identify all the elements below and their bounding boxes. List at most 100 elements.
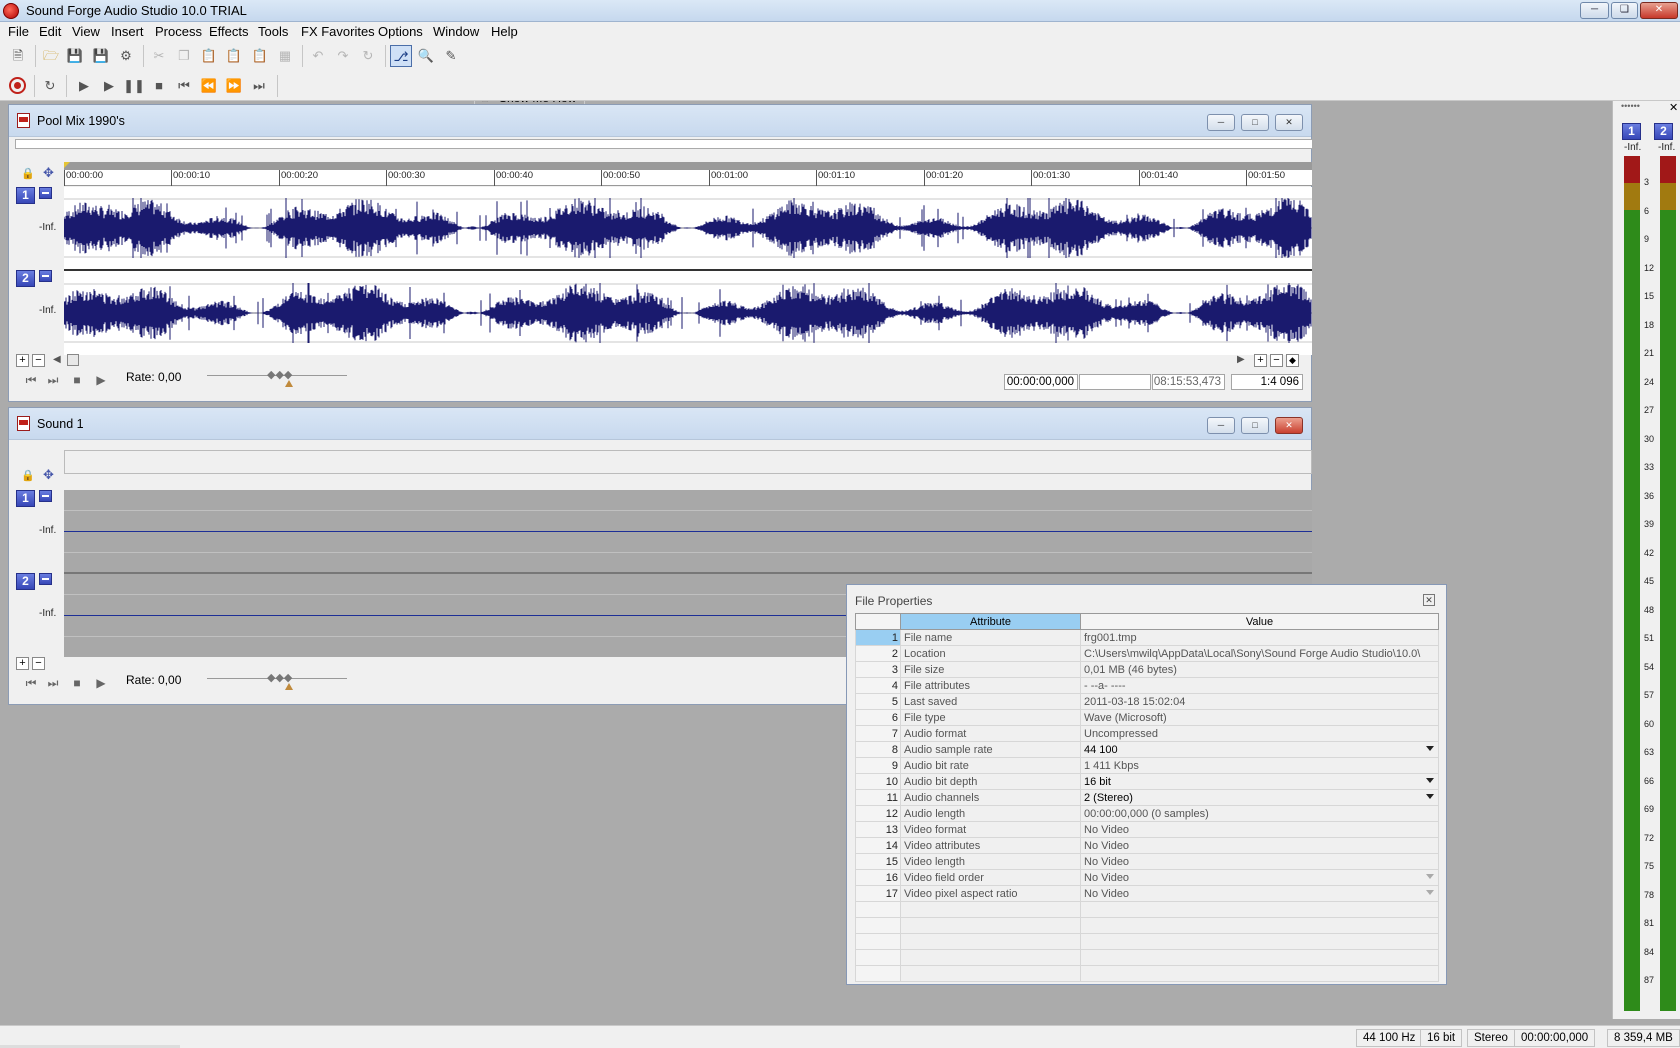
play-all-icon[interactable]: ▶ xyxy=(73,75,95,97)
channel-2-button[interactable]: 2 xyxy=(16,270,35,287)
value-cell[interactable]: No Video xyxy=(1080,853,1439,870)
lock-icon[interactable]: 🔒 xyxy=(21,167,35,180)
zoom-out-vertical-button[interactable]: − xyxy=(32,657,45,670)
play-icon[interactable]: ▶ xyxy=(93,676,109,690)
window-maximize-button[interactable]: □ xyxy=(1241,114,1269,131)
record-icon[interactable] xyxy=(9,77,26,94)
property-row[interactable]: 9 Audio bit rate 1 411 Kbps xyxy=(855,757,1439,774)
channel-2-button[interactable]: 2 xyxy=(16,573,35,590)
menu-process[interactable]: Process xyxy=(149,24,208,39)
rewind-icon[interactable]: ⏪ xyxy=(198,75,220,97)
copy-icon[interactable]: ❐ xyxy=(173,45,195,67)
property-row[interactable]: 8 Audio sample rate 44 100 xyxy=(855,741,1439,758)
menu-help[interactable]: Help xyxy=(485,24,524,39)
waveform-channel-2[interactable] xyxy=(64,271,1312,355)
snap-icon[interactable]: ✥ xyxy=(43,165,54,181)
value-cell[interactable]: 2011-03-18 15:02:04 xyxy=(1080,693,1439,710)
scroll-right-icon[interactable]: ▶ xyxy=(1237,354,1245,365)
go-to-end-icon[interactable]: ⏭ xyxy=(248,75,270,97)
menu-file[interactable]: File xyxy=(2,24,35,39)
value-cell[interactable]: frg001.tmp xyxy=(1080,629,1439,646)
open-icon[interactable]: 🗁 xyxy=(40,45,62,67)
property-row[interactable]: 15 Video length No Video xyxy=(855,853,1439,870)
dropdown-arrow-icon[interactable] xyxy=(1426,890,1434,895)
meter-grip[interactable]: •••••• xyxy=(1621,101,1640,111)
property-row[interactable]: 13 Video format No Video xyxy=(855,821,1439,838)
channel-2-minimize-icon[interactable] xyxy=(39,270,52,282)
status-bit-depth[interactable]: 16 bit xyxy=(1420,1029,1463,1047)
menu-view[interactable]: View xyxy=(66,24,106,39)
meter-close-icon[interactable]: ✕ xyxy=(1669,101,1678,114)
time-ruler-marker-bar[interactable] xyxy=(64,162,1312,170)
property-row[interactable]: 4 File attributes - --a- ---- xyxy=(855,677,1439,694)
forward-icon[interactable]: ⏩ xyxy=(223,75,245,97)
mix-icon[interactable]: 📋 xyxy=(249,45,271,67)
dropdown-arrow-icon[interactable] xyxy=(1426,874,1434,879)
play-icon[interactable]: ▶ xyxy=(93,373,109,387)
save-icon[interactable]: 💾 xyxy=(64,45,86,67)
stop-icon[interactable]: ■ xyxy=(69,676,85,690)
menu-tools[interactable]: Tools xyxy=(252,24,294,39)
window-title-bar[interactable]: Sound 1 ─ □ ✕ xyxy=(9,408,1311,440)
property-row[interactable]: 1 File name frg001.tmp xyxy=(855,629,1439,646)
window-maximize-button[interactable]: □ xyxy=(1241,417,1269,434)
loop-icon[interactable]: ↻ xyxy=(39,75,61,97)
zoom-normal-button[interactable]: ◆ xyxy=(1286,354,1299,367)
property-row[interactable]: 2 Location C:\Users\mwilq\AppData\Local\So… xyxy=(855,645,1439,662)
property-row[interactable]: 17 Video pixel aspect ratio No Video xyxy=(855,885,1439,902)
play-icon[interactable]: ▶ xyxy=(98,75,120,97)
value-cell[interactable]: 00:00:00,000 (0 samples) xyxy=(1080,805,1439,822)
channel-1-minimize-icon[interactable] xyxy=(39,490,52,502)
paste-special-icon[interactable]: 📋 xyxy=(223,45,245,67)
trim-icon[interactable]: ▦ xyxy=(274,45,296,67)
value-cell[interactable]: No Video xyxy=(1080,885,1439,902)
repeat-icon[interactable]: ↻ xyxy=(357,45,379,67)
zoom-out-horizontal-button[interactable]: − xyxy=(1270,354,1283,367)
go-to-end-icon[interactable]: ⏭ xyxy=(45,373,61,387)
channel-2-minimize-icon[interactable] xyxy=(39,573,52,585)
property-row[interactable]: 16 Video field order No Video xyxy=(855,869,1439,886)
empty-channel-1[interactable] xyxy=(64,490,1312,574)
new-icon[interactable]: 🗎 xyxy=(7,45,29,67)
window-minimize-button[interactable]: ─ xyxy=(1207,417,1235,434)
value-cell[interactable]: Uncompressed xyxy=(1080,725,1439,742)
value-cell[interactable]: C:\Users\mwilq\AppData\Local\Sony\Sound … xyxy=(1080,645,1439,662)
menu-window[interactable]: Window xyxy=(427,24,485,39)
close-button[interactable]: ✕ xyxy=(1640,2,1678,19)
menu-options[interactable]: Options xyxy=(372,24,429,39)
horizontal-scroll-thumb[interactable] xyxy=(67,354,79,366)
minimize-button[interactable]: ─ xyxy=(1580,2,1609,19)
render-icon[interactable]: ⚙ xyxy=(115,45,137,67)
menu-effects[interactable]: Effects xyxy=(203,24,255,39)
zoom-in-vertical-button[interactable]: + xyxy=(16,657,29,670)
waveform-channel-1[interactable] xyxy=(64,187,1312,271)
value-cell[interactable]: - --a- ---- xyxy=(1080,677,1439,694)
zoom-in-horizontal-button[interactable]: + xyxy=(1254,354,1267,367)
go-to-start-icon[interactable]: ⏮ xyxy=(23,676,39,690)
pencil-tool-icon[interactable]: ✎ xyxy=(440,45,462,67)
edit-tool-icon[interactable]: ⎇ xyxy=(390,45,412,67)
window-close-button[interactable]: ✕ xyxy=(1275,114,1303,131)
status-sample-rate[interactable]: 44 100 Hz xyxy=(1356,1029,1423,1047)
meter-channel-1-button[interactable]: 1 xyxy=(1622,123,1641,140)
property-row[interactable]: 12 Audio length 00:00:00,000 (0 samples) xyxy=(855,805,1439,822)
stop-icon[interactable]: ■ xyxy=(69,373,85,387)
cursor-position-field[interactable]: 00:00:00,000 xyxy=(1004,374,1078,390)
menu-edit[interactable]: Edit xyxy=(33,24,67,39)
go-to-start-icon[interactable]: ⏮ xyxy=(173,75,195,97)
cut-icon[interactable]: ✂ xyxy=(148,45,170,67)
property-row[interactable]: 5 Last saved 2011-03-18 15:02:04 xyxy=(855,693,1439,710)
overview-bar[interactable] xyxy=(15,139,1313,149)
channel-1-button[interactable]: 1 xyxy=(16,187,35,204)
dropdown-arrow-icon[interactable] xyxy=(1426,746,1434,751)
dropdown-arrow-icon[interactable] xyxy=(1426,794,1434,799)
panel-close-icon[interactable]: ✕ xyxy=(1423,594,1435,606)
value-header[interactable]: Value xyxy=(1080,613,1439,630)
property-row[interactable]: 14 Video attributes No Video xyxy=(855,837,1439,854)
channel-1-button[interactable]: 1 xyxy=(16,490,35,507)
window-minimize-button[interactable]: ─ xyxy=(1207,114,1235,131)
menu-fx-favorites[interactable]: FX Favorites xyxy=(295,24,381,39)
paste-icon[interactable]: 📋 xyxy=(198,45,220,67)
time-ruler[interactable] xyxy=(64,450,1312,474)
pause-icon[interactable]: ❚❚ xyxy=(123,75,145,97)
